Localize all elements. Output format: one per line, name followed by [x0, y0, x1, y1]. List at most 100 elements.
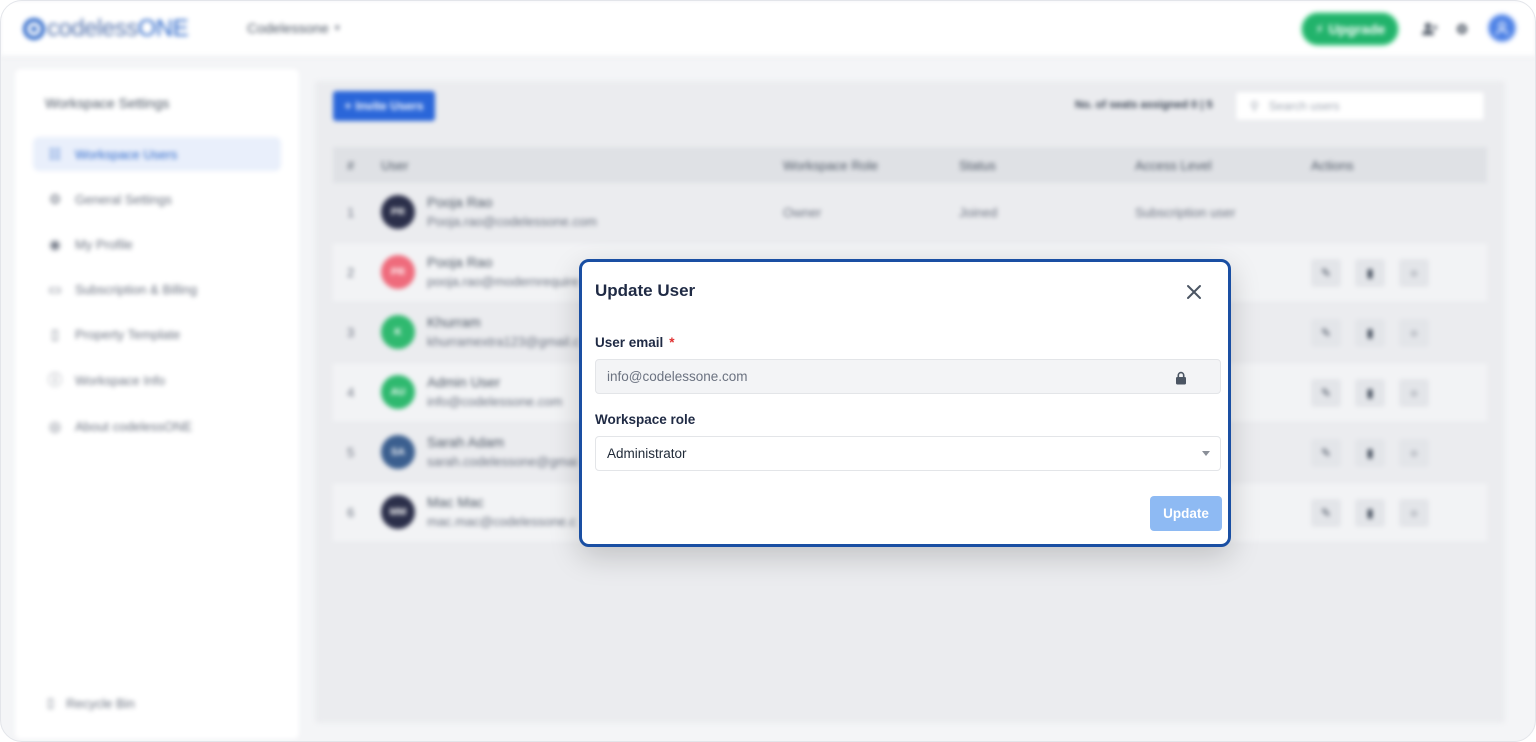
workspace-role-select[interactable]: Administrator — [595, 436, 1221, 471]
email-label-text: User email — [595, 335, 664, 350]
more-button[interactable]: ○ — [1399, 439, 1429, 467]
logo[interactable]: codelessONE — [23, 15, 189, 43]
column-header: User — [381, 158, 409, 173]
user-email: Pooja.rao@codelessone.com — [427, 214, 598, 229]
users-icon: ☷ — [48, 145, 62, 162]
user-avatar[interactable] — [1487, 13, 1517, 43]
upgrade-label: Upgrade — [1328, 21, 1386, 37]
column-header: Actions — [1311, 158, 1354, 173]
add-user-icon[interactable] — [1419, 18, 1441, 40]
app-window: codelessONE Codelessone ▾ ⚡ Upgrade Work… — [0, 0, 1536, 742]
more-button[interactable]: ○ — [1399, 499, 1429, 527]
avatar: SA — [381, 435, 415, 469]
edit-button[interactable]: ✎ — [1311, 499, 1341, 527]
user-name: Mac Mac — [427, 494, 484, 510]
user-name: Admin User — [427, 374, 501, 390]
sidebar-item-about[interactable]: ◎ About codelessONE — [33, 409, 281, 443]
table-header: # User Workspace Role Status Access Leve… — [333, 147, 1487, 183]
email-label: User email * — [595, 335, 675, 350]
template-icon: ▯ — [51, 325, 59, 342]
settings-icon: ⚙ — [48, 190, 62, 207]
invite-users-button[interactable]: + Invite Users — [333, 91, 435, 121]
trash-button[interactable]: ▮ — [1355, 379, 1385, 407]
row-index: 1 — [347, 205, 355, 220]
user-email: info@codelessone.com — [427, 394, 563, 409]
settings-sidebar: Workspace Settings ☷ Workspace Users ⚙ G… — [15, 69, 299, 739]
sidebar-item-workspace-users[interactable]: ☷ Workspace Users — [33, 137, 281, 171]
more-button[interactable]: ○ — [1399, 379, 1429, 407]
lock-icon — [1176, 371, 1186, 385]
search-icon: ⚲ — [1250, 99, 1259, 113]
column-header: Access Level — [1135, 158, 1212, 173]
logo-mark-icon — [23, 18, 45, 40]
search-placeholder: Search users — [1268, 99, 1340, 113]
edit-button[interactable]: ✎ — [1311, 439, 1341, 467]
sidebar-item-recycle-bin[interactable]: ▯ Recycle Bin — [47, 695, 135, 711]
edit-icon: ✎ — [1320, 386, 1332, 400]
email-field: info@codelessone.com — [595, 359, 1221, 394]
edit-icon: ✎ — [1320, 266, 1332, 280]
update-button[interactable]: Update — [1150, 496, 1222, 531]
column-header: # — [347, 158, 355, 173]
more-button[interactable]: ○ — [1399, 319, 1429, 347]
trash-icon: ▮ — [1366, 326, 1374, 340]
sidebar-item-label: Workspace Users — [75, 146, 178, 162]
workspace-switcher[interactable]: Codelessone ▾ — [247, 20, 340, 36]
user-email: mac.mac@codelessone.c — [427, 514, 577, 529]
user-name: Khurram — [427, 314, 481, 330]
edit-icon: ✎ — [1320, 506, 1332, 520]
sidebar-item-my-profile[interactable]: ◉ My Profile — [33, 227, 281, 261]
user-role: Owner — [783, 205, 822, 220]
edit-button[interactable]: ✎ — [1311, 319, 1341, 347]
user-email: sarah.codelessone@gmai — [427, 454, 578, 469]
invite-users-label: Invite Users — [355, 99, 424, 113]
avatar: PR — [381, 195, 415, 229]
sidebar-item-property-template[interactable]: ▯ Property Template — [33, 317, 281, 351]
avatar: MM — [381, 495, 415, 529]
email-value: info@codelessone.com — [607, 369, 748, 384]
trash-button[interactable]: ▮ — [1355, 319, 1385, 347]
workspace-name: Codelessone — [247, 20, 329, 36]
edit-button[interactable]: ✎ — [1311, 379, 1341, 407]
required-marker: * — [669, 335, 675, 350]
sidebar-item-workspace-info[interactable]: ⓘ Workspace Info — [33, 363, 281, 397]
sidebar-item-subscription-billing[interactable]: ▭ Subscription & Billing — [33, 272, 281, 306]
upgrade-button[interactable]: ⚡ Upgrade — [1301, 12, 1399, 46]
sidebar-item-label: Recycle Bin — [66, 695, 135, 711]
more-icon: ○ — [1410, 506, 1418, 520]
user-status: Joined — [959, 205, 998, 220]
row-index: 4 — [347, 385, 355, 400]
trash-icon: ▮ — [1366, 506, 1374, 520]
chevron-down-icon: ▾ — [334, 22, 340, 34]
trash-button[interactable]: ▮ — [1355, 259, 1385, 287]
logo-text: codelessONE — [47, 15, 189, 42]
row-index: 2 — [347, 265, 355, 280]
table-row: 1 PR Pooja Rao Pooja.rao@codelessone.com Own… — [333, 183, 1487, 243]
column-header: Workspace Role — [783, 158, 879, 173]
sidebar-item-general-settings[interactable]: ⚙ General Settings — [33, 182, 281, 216]
search-input[interactable]: ⚲ Search users — [1235, 91, 1485, 121]
sidebar-item-label: My Profile — [75, 236, 133, 252]
user-access: Subscription user — [1135, 205, 1236, 220]
edit-button[interactable]: ✎ — [1311, 259, 1341, 287]
more-icon: ○ — [1410, 386, 1418, 400]
more-icon: ○ — [1410, 266, 1418, 280]
close-icon — [1187, 285, 1201, 299]
row-index: 3 — [347, 325, 355, 340]
avatar: AU — [381, 375, 415, 409]
trash-button[interactable]: ▮ — [1355, 499, 1385, 527]
trash-icon: ▮ — [1366, 386, 1374, 400]
seats-count: No. of seats assigned 0 | 5 — [1075, 99, 1213, 111]
user-name: Pooja Rao — [427, 194, 493, 210]
sidebar-item-label: Property Template — [75, 326, 181, 342]
role-value: Administrator — [607, 446, 687, 461]
top-bar: codelessONE Codelessone ▾ ⚡ Upgrade — [1, 1, 1535, 57]
close-button[interactable] — [1182, 280, 1206, 304]
edit-icon: ✎ — [1320, 326, 1332, 340]
profile-icon: ◉ — [48, 235, 62, 252]
sidebar-item-label: General Settings — [75, 191, 172, 207]
user-name: Pooja Rao — [427, 254, 493, 270]
gear-icon[interactable] — [1451, 18, 1473, 40]
trash-button[interactable]: ▮ — [1355, 439, 1385, 467]
more-button[interactable]: ○ — [1399, 259, 1429, 287]
